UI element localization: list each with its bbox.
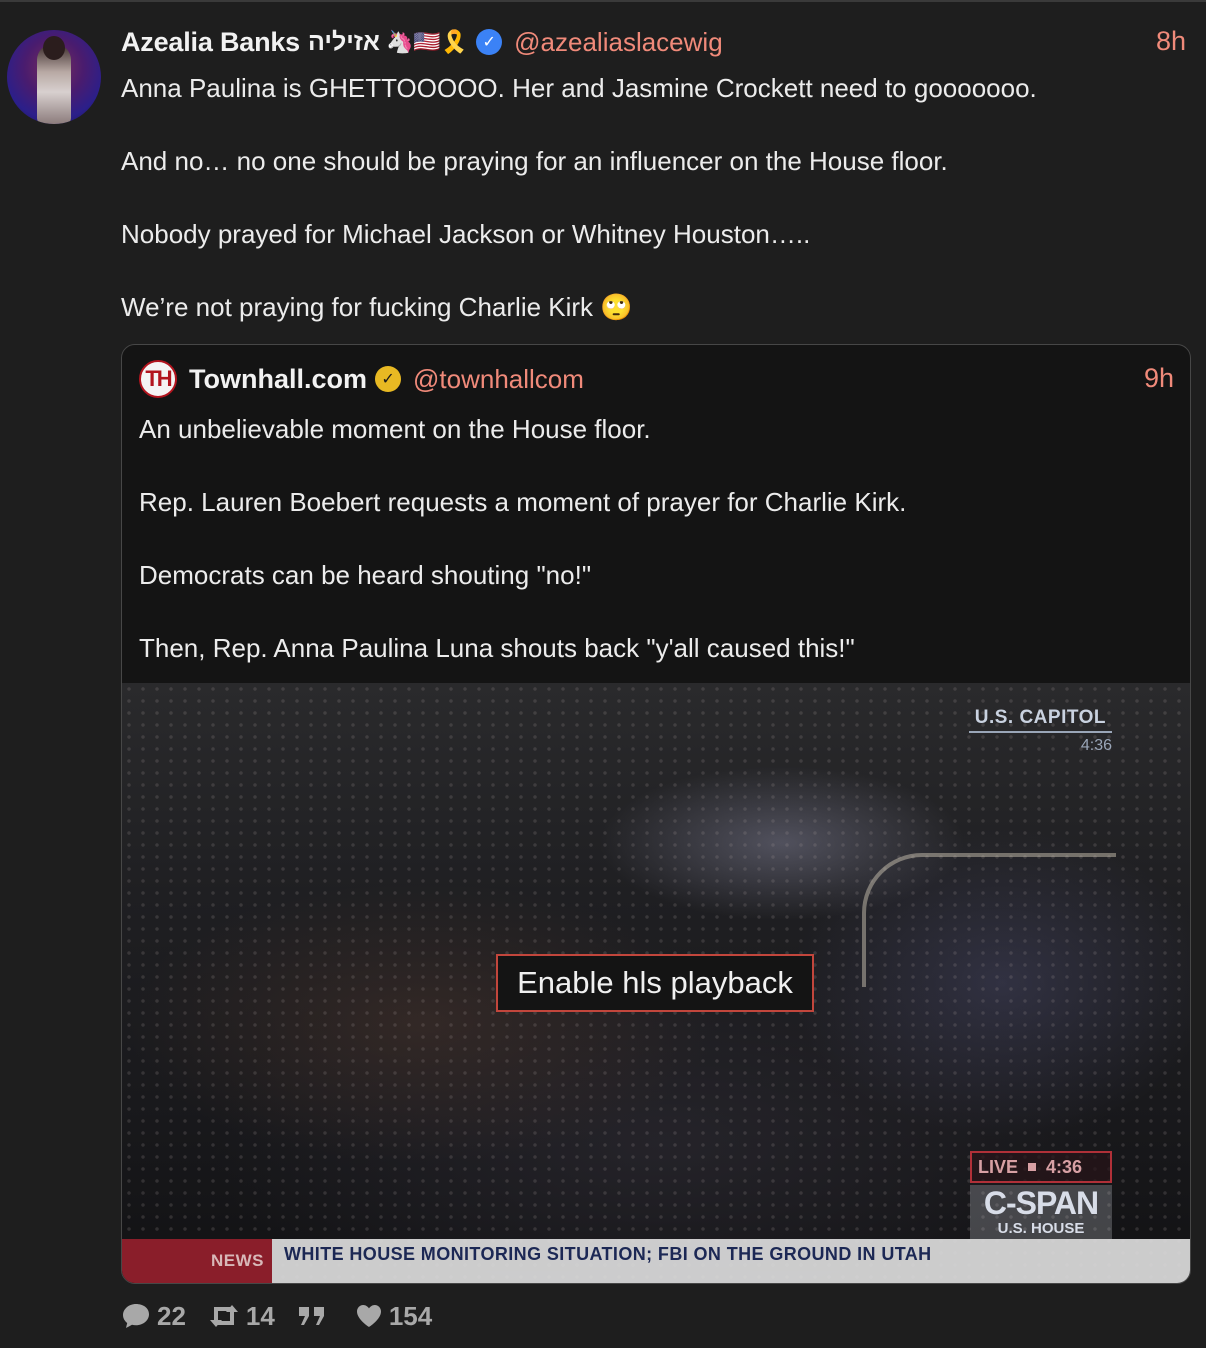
reply-button[interactable]: 22 [121,1301,186,1332]
video-player[interactable]: U.S. CAPITOL 4:36 Enable hls playback LI… [122,683,1190,1283]
verified-gold-badge-icon: ✓ [375,366,402,392]
capitol-overlay: U.S. CAPITOL 4:36 [968,705,1112,755]
top-divider [0,0,1206,2]
quote-button[interactable] [297,1303,333,1329]
avatar-head [43,36,65,60]
comment-icon [121,1302,151,1330]
post-paragraph: And no… no one should be praying for an … [121,146,948,176]
live-label: LIVE [978,1156,1019,1177]
live-indicator: LIVE 4:36 [970,1151,1112,1183]
ticker-tag: NEWS [122,1239,272,1283]
quoted-paragraph: Then, Rep. Anna Paulina Luna shouts back… [139,633,855,663]
reply-count: 22 [157,1300,186,1331]
news-ticker: NEWS WHITE HOUSE MONITORING SITUATION; F… [122,1239,1190,1283]
capitol-time: 4:36 [1080,737,1112,754]
quoted-post[interactable]: TH Townhall.com ✓ @townhallcom 9h An unb… [121,344,1191,1284]
author-name[interactable]: Azealia Banks [121,27,300,58]
verified-badge-icon: ✓ [476,29,503,55]
quoted-paragraph: Rep. Lauren Boebert requests a moment of… [139,487,907,517]
quote-icon [297,1303,327,1329]
cspan-subnetwork: U.S. HOUSE [997,1220,1085,1237]
post-paragraph: Anna Paulina is GHETTOOOOO. Her and Jasm… [121,73,1037,103]
ticker-text: WHITE HOUSE MONITORING SITUATION; FBI ON… [272,1239,1190,1283]
townhall-logo-icon[interactable]: TH [139,360,177,398]
author-handle[interactable]: @azealiaslacewig [514,27,723,58]
quoted-post-header: TH Townhall.com ✓ @townhallcom [139,360,1190,398]
quoted-post-body: An unbelievable moment on the House floo… [139,411,1179,703]
quoted-paragraph: Democrats can be heard shouting "no!" [139,560,592,590]
cspan-bug: LIVE 4:36 C-SPAN U.S. HOUSE [970,1151,1112,1239]
repost-button[interactable]: 14 [208,1301,275,1332]
heart-icon [355,1303,383,1329]
like-button[interactable]: 154 [355,1301,432,1332]
video-dais [862,853,1116,987]
live-dot-icon [1028,1163,1037,1171]
cspan-logo: C-SPAN U.S. HOUSE [970,1185,1112,1239]
capitol-label: U.S. CAPITOL [968,705,1112,733]
author-emoji: 🦄🇺🇸🎗️ [385,29,469,54]
repost-icon [208,1303,240,1329]
post-body: Anna Paulina is GHETTOOOOO. Her and Jasm… [121,70,1181,362]
author-name-hebrew: אזיליה [308,27,380,56]
author-avatar[interactable] [7,30,101,124]
live-time: 4:36 [1046,1156,1083,1177]
quoted-author-name[interactable]: Townhall.com [189,364,367,395]
cspan-network: C-SPAN [983,1185,1099,1221]
like-count: 154 [388,1300,433,1331]
post-paragraph: We’re not praying for fucking Charlie Ki… [121,292,633,322]
quoted-author-handle[interactable]: @townhallcom [413,364,584,395]
post-header: Azealia Banks אזיליה 🦄🇺🇸🎗️ ✓ @azealiasla… [121,24,1206,60]
quoted-paragraph: An unbelievable moment on the House floo… [139,414,651,444]
enable-hls-playback-button[interactable]: Enable hls playback [496,954,814,1012]
post-time[interactable]: 8h [1156,26,1186,57]
post-paragraph: Nobody prayed for Michael Jackson or Whi… [121,219,811,249]
post-actions: 22 14 154 [121,1298,454,1334]
quoted-post-time[interactable]: 9h [1144,363,1174,394]
repost-count: 14 [245,1300,275,1331]
